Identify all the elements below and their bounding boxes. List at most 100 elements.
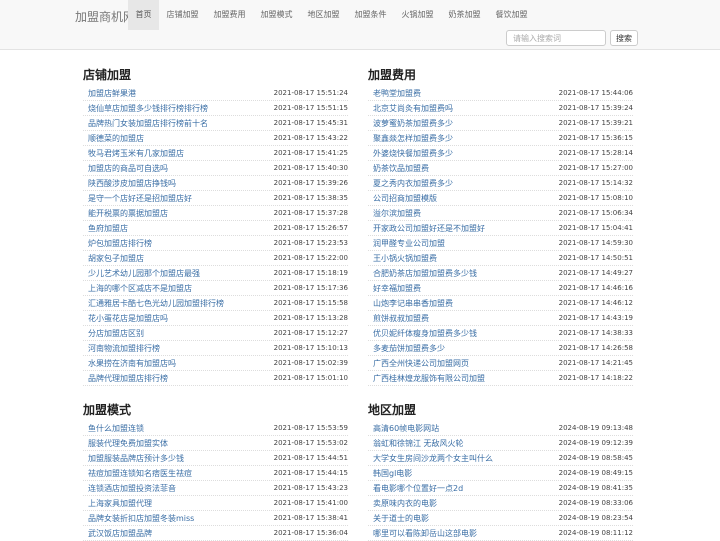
article-link[interactable]: 哪里可以看陈卸岳山这部电影	[373, 526, 477, 541]
article-link[interactable]: 胡家包子加盟店	[88, 251, 144, 266]
article-date: 2021-08-17 15:38:41	[273, 514, 348, 522]
article-link[interactable]: 加盟店鲜果港	[88, 86, 136, 101]
list-item: 波萝蜜奶茶加盟费多少 2021-08-17 15:39:21	[368, 116, 633, 131]
list-item: 好幸福加盟费 2021-08-17 14:46:16	[368, 281, 633, 296]
search-button[interactable]: 搜索	[610, 30, 638, 46]
nav-item[interactable]: 餐饮加盟	[488, 0, 535, 30]
nav-item[interactable]: 加盟模式	[253, 0, 300, 30]
article-link[interactable]: 广西桂林煌龙服饰有限公司加盟	[373, 371, 485, 386]
article-link[interactable]: 服装代理免费加盟实体	[88, 436, 168, 451]
article-link[interactable]: 祛痘加盟连锁知名痞医生祛痘	[88, 466, 192, 481]
article-link[interactable]: 多麦茄饼加盟费多少	[373, 341, 445, 356]
article-link[interactable]: 韩国gl电影	[373, 466, 412, 481]
article-date: 2021-08-17 14:50:51	[558, 254, 633, 262]
article-link[interactable]: 顺德菜的加盟店	[88, 131, 144, 146]
article-link[interactable]: 波萝蜜奶茶加盟费多少	[373, 116, 453, 131]
article-date: 2024-08-19 08:49:15	[558, 469, 633, 477]
list-item: 广西全州快递公司加盟网页 2021-08-17 14:21:45	[368, 356, 633, 371]
list-item: 合肥奶茶店加盟加盟费多少钱 2021-08-17 14:49:27	[368, 266, 633, 281]
nav-item[interactable]: 奶茶加盟	[441, 0, 488, 30]
article-link[interactable]: 好幸福加盟费	[373, 281, 421, 296]
list-item: 品牌女装折扣店加盟冬装miss 2021-08-17 15:38:41	[83, 511, 348, 526]
article-link[interactable]: 优贝妮纤体瘦身加盟费多少钱	[373, 326, 477, 341]
article-link[interactable]: 水果捞在济南有加盟店吗	[88, 356, 176, 371]
article-link[interactable]: 合肥奶茶店加盟加盟费多少钱	[373, 266, 477, 281]
article-link[interactable]: 广西全州快递公司加盟网页	[373, 356, 469, 371]
nav-item[interactable]: 首页	[128, 0, 159, 30]
nav-item[interactable]: 火锅加盟	[394, 0, 441, 30]
nav-item[interactable]: 地区加盟	[300, 0, 347, 30]
article-link[interactable]: 北京艾尚灸有加盟费吗	[373, 101, 453, 116]
article-link[interactable]: 品牌热门女装加盟店排行榜前十名	[88, 116, 208, 131]
article-link[interactable]: 能开税票的票据加盟店	[88, 206, 168, 221]
article-link[interactable]: 牧马君烤玉米有几家加盟店	[88, 146, 184, 161]
article-date: 2021-08-17 15:36:04	[273, 529, 348, 537]
article-link[interactable]: 煎饼叔叔加盟费	[373, 311, 429, 326]
search-input[interactable]	[506, 30, 606, 46]
article-link[interactable]: 分店加盟店区别	[88, 326, 144, 341]
top-navbar: 加盟商机网 首页 店铺加盟 加盟费用 加盟模式 地区加盟 加盟条件 火锅加盟 奶茶加盟 餐饮加盟…	[0, 0, 720, 50]
article-link[interactable]: 鱼什么加盟连锁	[88, 421, 144, 436]
article-link[interactable]: 奶茶饮品加盟费	[373, 161, 429, 176]
nav-item[interactable]: 店铺加盟	[159, 0, 206, 30]
article-link[interactable]: 上海家具加盟代理	[88, 496, 152, 511]
article-link[interactable]: 卖原味内衣的电影	[373, 496, 437, 511]
article-link[interactable]: 夏之秀内衣加盟费多少	[373, 176, 453, 191]
article-link[interactable]: 外婆烧快餐加盟费多少	[373, 146, 453, 161]
article-link[interactable]: 少儿艺术幼儿园那个加盟店最强	[88, 266, 200, 281]
article-link[interactable]: 开家政公司加盟好还是不加盟好	[373, 221, 485, 236]
section-title: 地区加盟	[368, 403, 417, 417]
article-date: 2021-08-17 15:26:57	[273, 224, 348, 232]
article-link[interactable]: 溢尔滨加盟费	[373, 206, 421, 221]
article-link[interactable]: 高清60帧电影网站	[373, 421, 439, 436]
nav-item[interactable]: 加盟条件	[347, 0, 394, 30]
article-link[interactable]: 加盟店的商品可自选吗	[88, 161, 168, 176]
article-link[interactable]: 炉包加盟店排行榜	[88, 236, 152, 251]
article-date: 2021-08-17 15:22:00	[273, 254, 348, 262]
article-date: 2021-08-17 15:08:10	[558, 194, 633, 202]
list-item: 哪里可以看陈卸岳山这部电影 2024-08-19 08:11:12	[368, 526, 633, 541]
article-link[interactable]: 河南物流加盟排行榜	[88, 341, 160, 356]
article-link[interactable]: 烧仙草店加盟多少钱排行榜排行榜	[88, 101, 208, 116]
article-date: 2024-08-19 09:12:39	[558, 439, 633, 447]
article-list: 老鸭堂加盟费 2021-08-17 15:44:06 北京艾尚灸有加盟费吗 2021-…	[368, 86, 633, 386]
article-link[interactable]: 武汉饭店加盟品牌	[88, 526, 152, 541]
list-item: 韩国gl电影 2024-08-19 08:49:15	[368, 466, 633, 481]
article-list: 加盟店鲜果港 2021-08-17 15:51:24 烧仙草店加盟多少钱排行榜排行榜…	[83, 86, 348, 386]
article-link[interactable]: 大学女生房间沙龙两个女主叫什么	[373, 451, 493, 466]
article-link[interactable]: 鱼府加盟店	[88, 221, 128, 236]
article-link[interactable]: 陕西酸涉皮加盟店挣钱吗	[88, 176, 176, 191]
article-date: 2021-08-17 15:43:22	[273, 134, 348, 142]
article-list: 高清60帧电影网站 2024-08-19 09:13:48 翁虹和徐锦江 无敌风火轮…	[368, 421, 633, 541]
article-link[interactable]: 看电影哪个位置好一点2d	[373, 481, 463, 496]
article-link[interactable]: 是守一个店好还是招加盟店好	[88, 191, 192, 206]
article-link[interactable]: 上海的哪个区减店不是加盟店	[88, 281, 192, 296]
article-link[interactable]: 公司招商加盟模版	[373, 191, 437, 206]
article-date: 2021-08-17 15:18:19	[273, 269, 348, 277]
article-link[interactable]: 山炮李记串串香加盟费	[373, 296, 453, 311]
article-link[interactable]: 品牌女装折扣店加盟冬装miss	[88, 511, 194, 526]
article-link[interactable]: 翁虹和徐锦江 无敌风火轮	[373, 436, 464, 451]
nav-item[interactable]: 加盟费用	[206, 0, 253, 30]
site-brand[interactable]: 加盟商机网	[75, 8, 135, 25]
article-link[interactable]: 品牌代理加盟店排行榜	[88, 371, 168, 386]
article-link[interactable]: 连锁酒店加盟投资法菲音	[88, 481, 176, 496]
article-date: 2021-08-17 15:41:25	[273, 149, 348, 157]
article-link[interactable]: 关于道士的电影	[373, 511, 429, 526]
list-item: 分店加盟店区别 2021-08-17 15:12:27	[83, 326, 348, 341]
section-franchise-mode: 加盟模式 鱼什么加盟连锁 2021-08-17 15:53:59 服装代理免费加盟实…	[83, 401, 348, 541]
list-item: 汇通雅居卡酷七色光幼儿园加盟排行榜 2021-08-17 15:15:58	[83, 296, 348, 311]
article-link[interactable]: 聚鑫燚怎样加盟费多少	[373, 131, 453, 146]
article-link[interactable]: 花小蛋花店是加盟店吗	[88, 311, 168, 326]
article-link[interactable]: 老鸭堂加盟费	[373, 86, 421, 101]
article-link[interactable]: 润甲醛专业公司加盟	[373, 236, 445, 251]
article-link[interactable]: 王小锅火锅加盟费	[373, 251, 437, 266]
article-date: 2021-08-17 14:21:45	[558, 359, 633, 367]
list-item: 水果捞在济南有加盟店吗 2021-08-17 15:02:39	[83, 356, 348, 371]
article-date: 2021-08-17 15:39:26	[273, 179, 348, 187]
article-link[interactable]: 汇通雅居卡酷七色光幼儿园加盟排行榜	[88, 296, 224, 311]
article-date: 2024-08-19 08:58:45	[558, 454, 633, 462]
list-item: 武汉饭店加盟品牌 2021-08-17 15:36:04	[83, 526, 348, 541]
article-link[interactable]: 加盟服装品牌店预计多少钱	[88, 451, 184, 466]
list-item: 祛痘加盟连锁知名痞医生祛痘 2021-08-17 15:44:15	[83, 466, 348, 481]
